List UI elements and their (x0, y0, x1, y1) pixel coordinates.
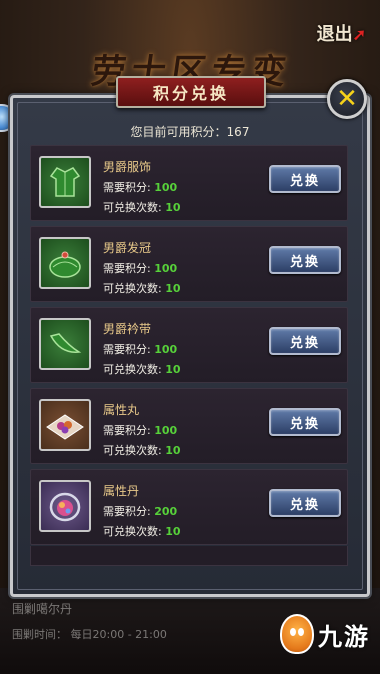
item-required-points: 需要积分: 100 (103, 260, 177, 276)
close-button[interactable]: ✕ (327, 79, 367, 119)
count-label: 可兑换次数: (103, 525, 162, 538)
list-overflow-edge (30, 546, 348, 566)
pills-icon (46, 414, 84, 440)
item-exchange-count: 可兑换次数: 10 (103, 361, 181, 377)
item-name: 男爵服饰 (103, 160, 152, 174)
count-value: 10 (165, 525, 181, 538)
elixir-icon (49, 492, 81, 522)
item-exchange-count: 可兑换次数: 10 (103, 523, 181, 539)
item-exchange-count: 可兑换次数: 10 (103, 199, 181, 215)
item-name: 男爵发冠 (103, 241, 152, 255)
required-label: 需要积分: (103, 343, 151, 356)
item-name: 男爵衿带 (103, 322, 152, 336)
count-value: 10 (165, 444, 181, 457)
close-icon: ✕ (336, 84, 358, 114)
count-value: 10 (165, 363, 181, 376)
item-name: 属性丹 (103, 484, 140, 498)
count-label: 可兑换次数: (103, 282, 162, 295)
item-exchange-count: 可兑换次数: 10 (103, 442, 181, 458)
required-value: 100 (154, 181, 178, 194)
count-value: 10 (165, 201, 181, 214)
exchange-button[interactable]: 兑换 (269, 246, 341, 274)
list-item: 男爵服饰 需要积分: 100 可兑换次数: 10 兑换 (30, 145, 348, 221)
dialog-title: 积分兑换 (152, 84, 229, 103)
mascot-icon (280, 614, 314, 654)
count-label: 可兑换次数: (103, 444, 162, 457)
item-thumbnail[interactable] (39, 318, 91, 370)
hat-icon (49, 251, 81, 278)
required-label: 需要积分: (103, 424, 151, 437)
item-thumbnail[interactable] (39, 480, 91, 532)
count-value: 10 (165, 282, 181, 295)
required-label: 需要积分: (103, 505, 151, 518)
sash-icon (49, 333, 82, 353)
required-value: 100 (154, 424, 178, 437)
event-name: 围剿噶尔丹 (12, 602, 73, 616)
required-label: 需要积分: (103, 181, 151, 194)
required-label: 需要积分: (103, 262, 151, 275)
required-value: 200 (154, 505, 178, 518)
points-value: 167 (226, 125, 250, 139)
item-thumbnail[interactable] (39, 156, 91, 208)
exit-arrow-icon: ➚ (352, 25, 366, 44)
watermark-logo: 九游 (280, 614, 370, 654)
exchange-button[interactable]: 兑换 (269, 165, 341, 193)
count-label: 可兑换次数: (103, 363, 162, 376)
exchange-button[interactable]: 兑换 (269, 408, 341, 436)
item-required-points: 需要积分: 200 (103, 503, 177, 519)
required-value: 100 (154, 343, 178, 356)
list-item: 男爵衿带 需要积分: 100 可兑换次数: 10 兑换 (30, 307, 348, 383)
available-points: 您目前可用积分：167 (0, 123, 380, 140)
exit-label: 退出 (316, 24, 353, 45)
exchange-button[interactable]: 兑换 (269, 327, 341, 355)
item-exchange-count: 可兑换次数: 10 (103, 280, 181, 296)
item-name: 属性丸 (103, 403, 140, 417)
count-label: 可兑换次数: (103, 201, 162, 214)
list-item: 属性丹 需要积分: 200 可兑换次数: 10 兑换 (30, 469, 348, 545)
list-item: 属性丸 需要积分: 100 可兑换次数: 10 兑换 (30, 388, 348, 464)
item-required-points: 需要积分: 100 (103, 422, 177, 438)
exchange-button[interactable]: 兑换 (269, 489, 341, 517)
watermark-text: 九游 (318, 622, 370, 651)
item-required-points: 需要积分: 100 (103, 341, 177, 357)
exit-button[interactable]: 退出➚ (317, 20, 366, 46)
item-required-points: 需要积分: 100 (103, 179, 177, 195)
item-thumbnail[interactable] (39, 237, 91, 289)
event-time: 围剿时间： 每日20:00 - 21:00 (12, 628, 167, 641)
robe-icon (49, 167, 81, 197)
list-item: 男爵发冠 需要积分: 100 可兑换次数: 10 兑换 (30, 226, 348, 302)
dialog-title-banner: 积分兑换 (116, 76, 266, 108)
item-thumbnail[interactable] (39, 399, 91, 451)
points-label: 您目前可用积分： (130, 125, 227, 139)
required-value: 100 (154, 262, 178, 275)
